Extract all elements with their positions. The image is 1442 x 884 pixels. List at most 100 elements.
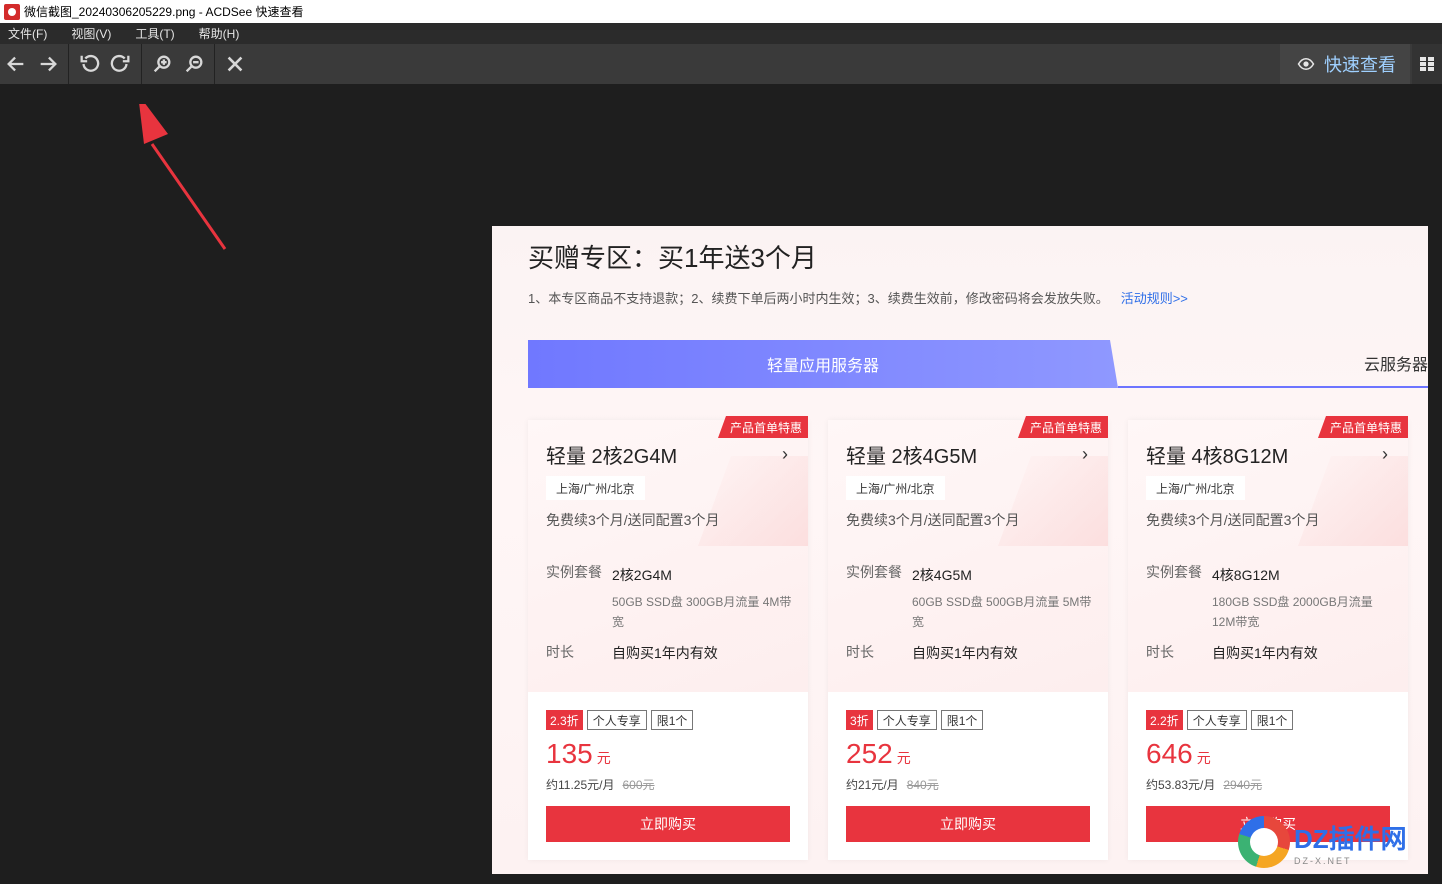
limit-tag: 限1个 <box>650 710 694 730</box>
spec-detail: 60GB SSD盘 500GB月流量 5M带宽 <box>912 595 1092 629</box>
original-price: 840元 <box>906 778 939 792</box>
limit-tag: 限1个 <box>1250 710 1294 730</box>
promo-badge: 产品首单特惠 <box>1017 416 1108 438</box>
monthly-price: 约21元/月 840元 <box>846 776 939 793</box>
quick-view-button[interactable]: 快速查看 <box>1280 44 1410 84</box>
region-tag: 上海/广州/北京 <box>1146 476 1245 500</box>
price: 135 元 <box>546 738 611 770</box>
price-unit: 元 <box>596 750 611 766</box>
toolbar: 快速查看 <box>0 44 1442 84</box>
tab-lightweight-server[interactable]: 轻量应用服务器 <box>528 340 1118 388</box>
duration-value: 自购买1年内有效 <box>1212 645 1318 661</box>
title-bar: 微信截图_20240306205229.png - ACDSee 快速查看 <box>0 0 1442 23</box>
rotate-left-icon[interactable] <box>73 44 105 84</box>
chevron-right-icon[interactable]: › <box>782 444 788 465</box>
spec-label: 实例套餐 <box>846 564 902 580</box>
product-name[interactable]: 轻量 2核4G5M <box>846 440 977 469</box>
personal-tag: 个人专享 <box>586 710 647 730</box>
personal-tag: 个人专享 <box>1186 710 1247 730</box>
price: 646 元 <box>1146 738 1211 770</box>
menu-file[interactable]: 文件(F) <box>4 25 51 42</box>
card-decoration <box>1298 456 1408 546</box>
product-card: 产品首单特惠 轻量 4核8G12M › 上海/广州/北京 免费续3个月/送同配置… <box>1128 416 1408 860</box>
forward-arrow-icon[interactable] <box>32 44 64 84</box>
price: 252 元 <box>846 738 911 770</box>
spec-value: 2核2G4M <box>612 567 672 583</box>
close-icon[interactable] <box>219 44 251 84</box>
spec-detail: 180GB SSD盘 2000GB月流量 12M带宽 <box>1212 595 1373 629</box>
eye-icon <box>1297 57 1315 71</box>
rules-text: 1、本专区商品不支持退款；2、续费下单后两小时内生效；3、续费生效前，修改密码将… <box>528 288 1188 307</box>
price-value: 646 <box>1146 738 1193 769</box>
price-value: 135 <box>546 738 593 769</box>
grid-view-icon[interactable] <box>1412 44 1442 84</box>
menu-help[interactable]: 帮助(H) <box>195 25 244 42</box>
buy-button[interactable]: 立即购买 <box>546 806 790 842</box>
duration-label: 时长 <box>1146 644 1174 660</box>
rules-body: 1、本专区商品不支持退款；2、续费下单后两小时内生效；3、续费生效前，修改密码将… <box>528 291 1109 306</box>
promo-panel: 买赠专区：买1年送3个月 1、本专区商品不支持退款；2、续费下单后两小时内生效；… <box>492 226 1428 874</box>
red-arrow-annotation <box>139 104 227 250</box>
menu-bar: 文件(F) 视图(V) 工具(T) 帮助(H) <box>0 23 1442 44</box>
buy-button[interactable]: 立即购买 <box>846 806 1090 842</box>
region-tag: 上海/广州/北京 <box>846 476 945 500</box>
duration-value: 自购买1年内有效 <box>912 645 1018 661</box>
monthly-price: 约53.83元/月 2940元 <box>1146 776 1262 793</box>
tab-cloud-server[interactable]: 云服务器 <box>1118 340 1428 388</box>
renew-text: 免费续3个月/送同配置3个月 <box>546 512 720 528</box>
menu-tools[interactable]: 工具(T) <box>131 25 178 42</box>
spec-label: 实例套餐 <box>1146 564 1202 580</box>
original-price: 2940元 <box>1223 778 1263 792</box>
spec-value: 2核4G5M <box>912 567 972 583</box>
acdsee-app-icon <box>4 3 20 20</box>
card-decoration <box>698 456 808 546</box>
tag-row: 2.3折 个人专享 限1个 <box>546 710 694 730</box>
monthly-value: 约53.83元/月 <box>1146 778 1216 792</box>
buy-button[interactable]: 立即购买 <box>1146 806 1390 842</box>
monthly-value: 约11.25元/月 <box>546 778 615 792</box>
product-tabs: 轻量应用服务器 云服务器 <box>528 340 1428 388</box>
original-price: 600元 <box>622 778 655 792</box>
menu-view[interactable]: 视图(V) <box>67 25 115 42</box>
personal-tag: 个人专享 <box>876 710 937 730</box>
price-unit: 元 <box>1196 750 1211 766</box>
tag-row: 3折 个人专享 限1个 <box>846 710 984 730</box>
duration-label: 时长 <box>546 644 574 660</box>
monthly-value: 约21元/月 <box>846 778 899 792</box>
spec-detail: 50GB SSD盘 300GB月流量 4M带宽 <box>612 595 792 629</box>
duration-label: 时长 <box>846 644 874 660</box>
discount-tag: 2.2折 <box>1146 710 1183 730</box>
quick-view-label: 快速查看 <box>1324 55 1396 75</box>
page-title: 买赠专区：买1年送3个月 <box>528 243 817 273</box>
tag-row: 2.2折 个人专享 限1个 <box>1146 710 1294 730</box>
product-card: 产品首单特惠 轻量 2核4G5M › 上海/广州/北京 免费续3个月/送同配置3… <box>828 416 1108 860</box>
product-card: 产品首单特惠 轻量 2核2G4M › 上海/广州/北京 免费续3个月/送同配置3… <box>528 416 808 860</box>
discount-tag: 3折 <box>846 710 873 730</box>
spec-value: 4核8G12M <box>1212 567 1280 583</box>
limit-tag: 限1个 <box>940 710 984 730</box>
price-unit: 元 <box>896 750 911 766</box>
chevron-right-icon[interactable]: › <box>1382 444 1388 465</box>
promo-badge: 产品首单特惠 <box>717 416 808 438</box>
toolbar-divider <box>141 44 142 84</box>
zoom-in-icon[interactable] <box>146 44 178 84</box>
region-tag: 上海/广州/北京 <box>546 476 645 500</box>
renew-text: 免费续3个月/送同配置3个月 <box>1146 512 1320 528</box>
back-arrow-icon[interactable] <box>0 44 32 84</box>
rotate-right-icon[interactable] <box>105 44 137 84</box>
toolbar-divider <box>214 44 215 84</box>
monthly-price: 约11.25元/月 600元 <box>546 776 655 793</box>
promo-badge: 产品首单特惠 <box>1317 416 1408 438</box>
zoom-out-icon[interactable] <box>178 44 210 84</box>
product-name[interactable]: 轻量 2核2G4M <box>546 440 677 469</box>
price-value: 252 <box>846 738 893 769</box>
card-decoration <box>998 456 1108 546</box>
renew-text: 免费续3个月/送同配置3个月 <box>846 512 1020 528</box>
toolbar-divider <box>68 44 69 84</box>
spec-label: 实例套餐 <box>546 564 602 580</box>
duration-value: 自购买1年内有效 <box>612 645 718 661</box>
discount-tag: 2.3折 <box>546 710 583 730</box>
chevron-right-icon[interactable]: › <box>1082 444 1088 465</box>
product-name[interactable]: 轻量 4核8G12M <box>1146 440 1288 469</box>
rules-link[interactable]: 活动规则>> <box>1121 291 1188 306</box>
